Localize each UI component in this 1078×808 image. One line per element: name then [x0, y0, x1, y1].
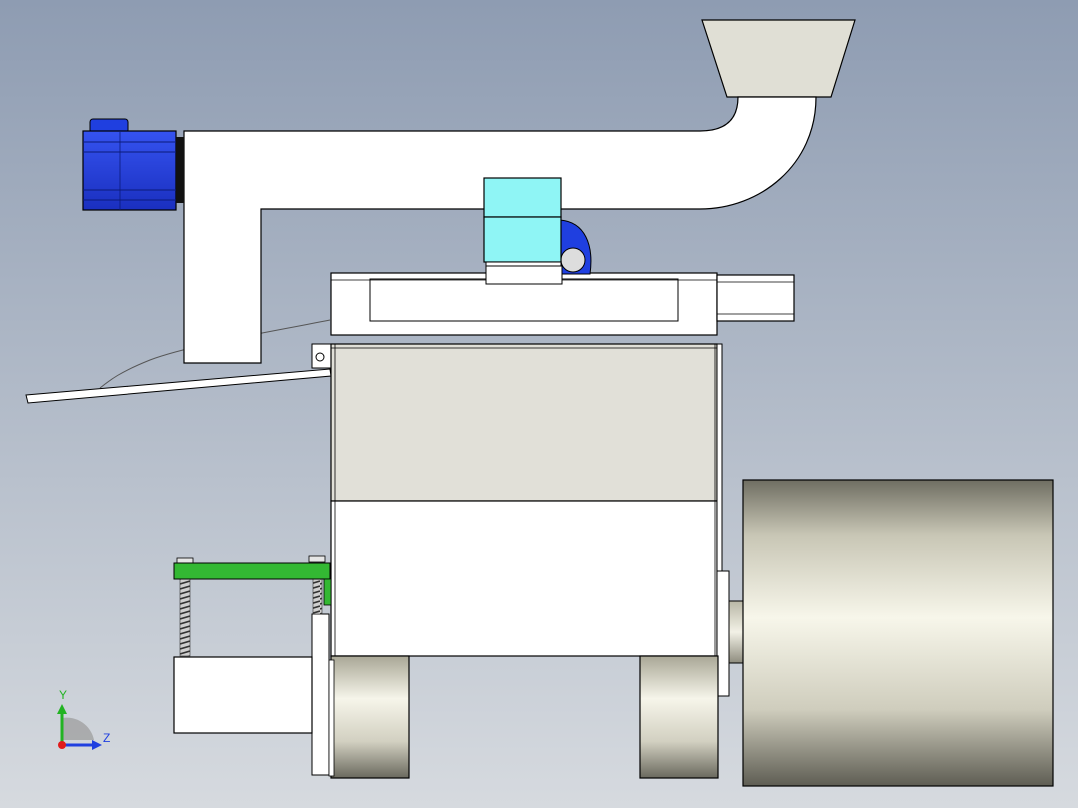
- upper-frame-window: [369, 278, 679, 322]
- axis-y-label: Y: [59, 688, 68, 702]
- drum-flange: [716, 570, 730, 697]
- roller-drum: [742, 479, 1054, 787]
- support-plate: [311, 613, 330, 776]
- chute-mount-bracket: [311, 343, 333, 369]
- housing-lower: [330, 500, 718, 657]
- cad-viewport[interactable]: Y Z: [0, 0, 1078, 808]
- spring-left: [179, 575, 191, 657]
- servo-motor[interactable]: [82, 118, 184, 211]
- housing-upper: [330, 343, 718, 502]
- wheel-right: [639, 655, 719, 779]
- spring-right: [312, 575, 323, 615]
- lower-block: [173, 656, 313, 734]
- axis-z-label: Z: [103, 731, 111, 745]
- hopper: [701, 19, 856, 98]
- wheel-left: [330, 655, 410, 779]
- shaft-coupling: [483, 177, 563, 285]
